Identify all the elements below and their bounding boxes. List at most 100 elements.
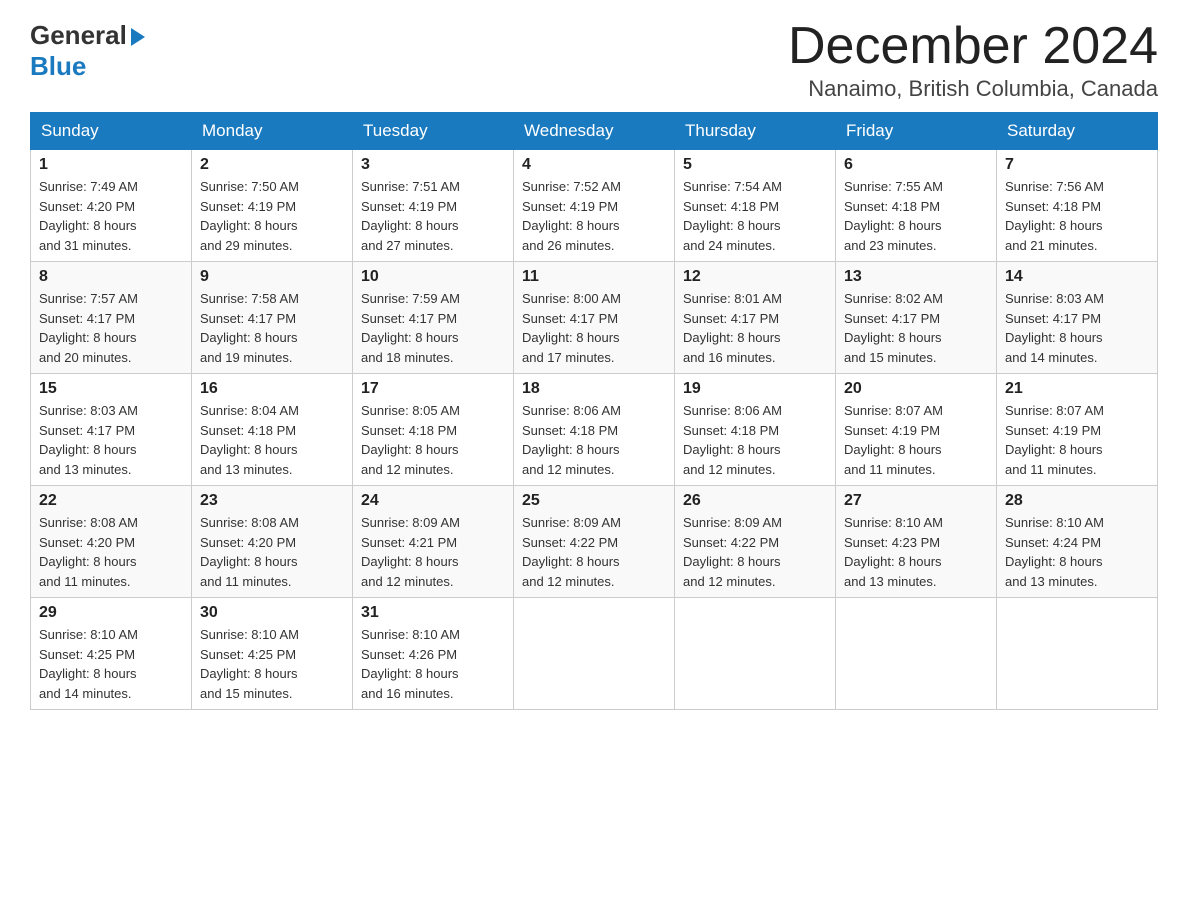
calendar-cell: 21 Sunrise: 8:07 AM Sunset: 4:19 PM Dayl…	[997, 374, 1158, 486]
logo-line1: General	[30, 20, 145, 51]
calendar-cell: 20 Sunrise: 8:07 AM Sunset: 4:19 PM Dayl…	[836, 374, 997, 486]
calendar-cell: 11 Sunrise: 8:00 AM Sunset: 4:17 PM Dayl…	[514, 262, 675, 374]
day-info: Sunrise: 8:09 AM Sunset: 4:22 PM Dayligh…	[522, 513, 666, 591]
day-number: 23	[200, 492, 344, 510]
calendar-table: Sunday Monday Tuesday Wednesday Thursday…	[30, 112, 1158, 710]
calendar-cell: 15 Sunrise: 8:03 AM Sunset: 4:17 PM Dayl…	[31, 374, 192, 486]
header-monday: Monday	[192, 113, 353, 150]
day-info: Sunrise: 8:00 AM Sunset: 4:17 PM Dayligh…	[522, 289, 666, 367]
day-number: 27	[844, 492, 988, 510]
day-number: 30	[200, 604, 344, 622]
day-info: Sunrise: 8:02 AM Sunset: 4:17 PM Dayligh…	[844, 289, 988, 367]
day-number: 24	[361, 492, 505, 510]
calendar-week-row-4: 22 Sunrise: 8:08 AM Sunset: 4:20 PM Dayl…	[31, 486, 1158, 598]
calendar-week-row-3: 15 Sunrise: 8:03 AM Sunset: 4:17 PM Dayl…	[31, 374, 1158, 486]
calendar-cell: 14 Sunrise: 8:03 AM Sunset: 4:17 PM Dayl…	[997, 262, 1158, 374]
day-number: 21	[1005, 380, 1149, 398]
day-number: 1	[39, 156, 183, 174]
calendar-cell	[836, 598, 997, 710]
day-number: 28	[1005, 492, 1149, 510]
day-number: 19	[683, 380, 827, 398]
day-info: Sunrise: 8:06 AM Sunset: 4:18 PM Dayligh…	[522, 401, 666, 479]
calendar-cell	[675, 598, 836, 710]
calendar-cell: 22 Sunrise: 8:08 AM Sunset: 4:20 PM Dayl…	[31, 486, 192, 598]
calendar-cell: 12 Sunrise: 8:01 AM Sunset: 4:17 PM Dayl…	[675, 262, 836, 374]
day-number: 25	[522, 492, 666, 510]
calendar-cell: 6 Sunrise: 7:55 AM Sunset: 4:18 PM Dayli…	[836, 150, 997, 262]
calendar-cell: 8 Sunrise: 7:57 AM Sunset: 4:17 PM Dayli…	[31, 262, 192, 374]
day-info: Sunrise: 8:03 AM Sunset: 4:17 PM Dayligh…	[39, 401, 183, 479]
day-info: Sunrise: 8:08 AM Sunset: 4:20 PM Dayligh…	[200, 513, 344, 591]
day-number: 14	[1005, 268, 1149, 286]
calendar-cell: 23 Sunrise: 8:08 AM Sunset: 4:20 PM Dayl…	[192, 486, 353, 598]
day-info: Sunrise: 7:56 AM Sunset: 4:18 PM Dayligh…	[1005, 177, 1149, 255]
day-info: Sunrise: 8:07 AM Sunset: 4:19 PM Dayligh…	[844, 401, 988, 479]
day-info: Sunrise: 8:09 AM Sunset: 4:21 PM Dayligh…	[361, 513, 505, 591]
calendar-cell: 28 Sunrise: 8:10 AM Sunset: 4:24 PM Dayl…	[997, 486, 1158, 598]
day-number: 8	[39, 268, 183, 286]
day-info: Sunrise: 7:54 AM Sunset: 4:18 PM Dayligh…	[683, 177, 827, 255]
day-info: Sunrise: 8:07 AM Sunset: 4:19 PM Dayligh…	[1005, 401, 1149, 479]
day-number: 17	[361, 380, 505, 398]
calendar-cell: 24 Sunrise: 8:09 AM Sunset: 4:21 PM Dayl…	[353, 486, 514, 598]
calendar-header-row: Sunday Monday Tuesday Wednesday Thursday…	[31, 113, 1158, 150]
calendar-cell: 27 Sunrise: 8:10 AM Sunset: 4:23 PM Dayl…	[836, 486, 997, 598]
day-number: 3	[361, 156, 505, 174]
calendar-cell: 25 Sunrise: 8:09 AM Sunset: 4:22 PM Dayl…	[514, 486, 675, 598]
day-number: 29	[39, 604, 183, 622]
day-info: Sunrise: 8:04 AM Sunset: 4:18 PM Dayligh…	[200, 401, 344, 479]
day-info: Sunrise: 7:55 AM Sunset: 4:18 PM Dayligh…	[844, 177, 988, 255]
calendar-cell: 17 Sunrise: 8:05 AM Sunset: 4:18 PM Dayl…	[353, 374, 514, 486]
calendar-cell: 19 Sunrise: 8:06 AM Sunset: 4:18 PM Dayl…	[675, 374, 836, 486]
day-info: Sunrise: 8:10 AM Sunset: 4:24 PM Dayligh…	[1005, 513, 1149, 591]
day-info: Sunrise: 8:08 AM Sunset: 4:20 PM Dayligh…	[39, 513, 183, 591]
calendar-week-row-5: 29 Sunrise: 8:10 AM Sunset: 4:25 PM Dayl…	[31, 598, 1158, 710]
calendar-cell: 16 Sunrise: 8:04 AM Sunset: 4:18 PM Dayl…	[192, 374, 353, 486]
calendar-cell: 3 Sunrise: 7:51 AM Sunset: 4:19 PM Dayli…	[353, 150, 514, 262]
day-number: 4	[522, 156, 666, 174]
day-number: 10	[361, 268, 505, 286]
calendar-cell: 2 Sunrise: 7:50 AM Sunset: 4:19 PM Dayli…	[192, 150, 353, 262]
day-number: 18	[522, 380, 666, 398]
day-number: 2	[200, 156, 344, 174]
day-info: Sunrise: 8:03 AM Sunset: 4:17 PM Dayligh…	[1005, 289, 1149, 367]
header-thursday: Thursday	[675, 113, 836, 150]
day-number: 12	[683, 268, 827, 286]
day-info: Sunrise: 7:49 AM Sunset: 4:20 PM Dayligh…	[39, 177, 183, 255]
header-wednesday: Wednesday	[514, 113, 675, 150]
calendar-cell: 31 Sunrise: 8:10 AM Sunset: 4:26 PM Dayl…	[353, 598, 514, 710]
calendar-cell: 10 Sunrise: 7:59 AM Sunset: 4:17 PM Dayl…	[353, 262, 514, 374]
day-info: Sunrise: 8:01 AM Sunset: 4:17 PM Dayligh…	[683, 289, 827, 367]
calendar-week-row-2: 8 Sunrise: 7:57 AM Sunset: 4:17 PM Dayli…	[31, 262, 1158, 374]
calendar-cell: 4 Sunrise: 7:52 AM Sunset: 4:19 PM Dayli…	[514, 150, 675, 262]
day-info: Sunrise: 8:10 AM Sunset: 4:26 PM Dayligh…	[361, 625, 505, 703]
day-number: 9	[200, 268, 344, 286]
day-number: 13	[844, 268, 988, 286]
day-info: Sunrise: 7:51 AM Sunset: 4:19 PM Dayligh…	[361, 177, 505, 255]
calendar-cell: 1 Sunrise: 7:49 AM Sunset: 4:20 PM Dayli…	[31, 150, 192, 262]
day-number: 31	[361, 604, 505, 622]
day-info: Sunrise: 8:10 AM Sunset: 4:25 PM Dayligh…	[39, 625, 183, 703]
day-number: 5	[683, 156, 827, 174]
day-info: Sunrise: 8:10 AM Sunset: 4:23 PM Dayligh…	[844, 513, 988, 591]
day-number: 22	[39, 492, 183, 510]
calendar-cell: 18 Sunrise: 8:06 AM Sunset: 4:18 PM Dayl…	[514, 374, 675, 486]
day-number: 7	[1005, 156, 1149, 174]
header-sunday: Sunday	[31, 113, 192, 150]
day-number: 16	[200, 380, 344, 398]
day-number: 6	[844, 156, 988, 174]
day-number: 11	[522, 268, 666, 286]
calendar-cell: 9 Sunrise: 7:58 AM Sunset: 4:17 PM Dayli…	[192, 262, 353, 374]
header-friday: Friday	[836, 113, 997, 150]
calendar-subtitle: Nanaimo, British Columbia, Canada	[788, 76, 1158, 102]
day-number: 15	[39, 380, 183, 398]
logo: General Blue	[30, 20, 145, 82]
day-info: Sunrise: 8:05 AM Sunset: 4:18 PM Dayligh…	[361, 401, 505, 479]
header-saturday: Saturday	[997, 113, 1158, 150]
calendar-cell: 13 Sunrise: 8:02 AM Sunset: 4:17 PM Dayl…	[836, 262, 997, 374]
calendar-cell: 30 Sunrise: 8:10 AM Sunset: 4:25 PM Dayl…	[192, 598, 353, 710]
calendar-cell	[514, 598, 675, 710]
day-info: Sunrise: 8:06 AM Sunset: 4:18 PM Dayligh…	[683, 401, 827, 479]
day-number: 20	[844, 380, 988, 398]
day-info: Sunrise: 7:59 AM Sunset: 4:17 PM Dayligh…	[361, 289, 505, 367]
